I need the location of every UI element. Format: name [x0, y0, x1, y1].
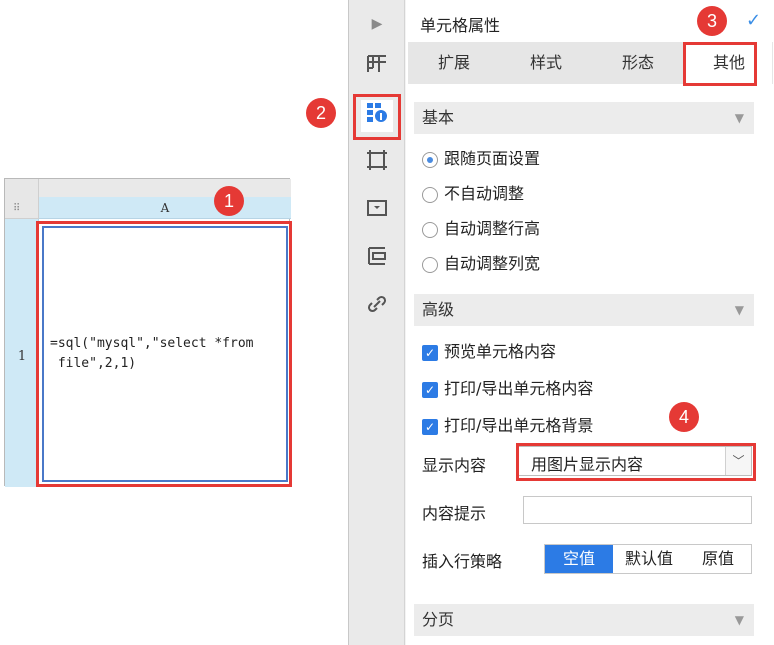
chevron-down-icon: ▼ — [734, 111, 744, 125]
sheet-toolbar-strip — [5, 179, 291, 197]
radio-label: 自动调整行高 — [444, 219, 541, 238]
checkbox-checked-icon: ✓ — [422, 344, 438, 361]
layout-icon[interactable] — [361, 244, 393, 276]
insert-policy-label: 插入行策略 — [422, 552, 503, 571]
insert-policy-segmented[interactable]: 空值 默认值 原值 — [544, 544, 752, 574]
section-basic-header[interactable]: 基本 ▼ — [414, 102, 754, 134]
section-paging-title: 分页 — [422, 610, 455, 629]
column-header-a[interactable]: A — [39, 197, 291, 219]
radio-button-icon — [422, 151, 438, 168]
radio-button-icon — [422, 256, 438, 273]
grip-icon: ⠿ — [13, 203, 20, 214]
policy-option-default[interactable]: 默认值 — [613, 545, 685, 573]
checkbox-checked-icon: ✓ — [422, 381, 438, 398]
step-badge-1: 1 — [214, 186, 244, 216]
section-paging-header[interactable]: 分页 ▼ — [414, 604, 754, 636]
highlight-box-sidebar-icon — [353, 94, 401, 140]
select-all-corner[interactable]: ⠿ — [5, 179, 39, 219]
display-content-label: 显示内容 — [422, 456, 487, 475]
row-number: 1 — [17, 349, 27, 364]
radio-auto-row-height[interactable]: 自动调整行高 — [422, 216, 540, 242]
checkbox-label: 打印/导出单元格内容 — [444, 379, 594, 398]
radio-button-icon — [422, 186, 438, 203]
tab-form[interactable]: 形态 — [592, 42, 684, 84]
tab-extend[interactable]: 扩展 — [408, 42, 500, 84]
radio-no-auto[interactable]: 不自动调整 — [422, 181, 524, 207]
pin-check-icon[interactable]: ✓ — [746, 10, 761, 31]
section-advanced-title: 高级 — [422, 300, 455, 319]
highlight-box-display-select — [516, 443, 756, 481]
frozen-icon[interactable] — [361, 52, 393, 84]
content-tip-label: 内容提示 — [422, 504, 487, 523]
radio-follow-page[interactable]: 跟随页面设置 — [422, 146, 540, 172]
panel-title: 单元格属性 — [420, 16, 501, 35]
radio-button-icon — [422, 221, 438, 238]
radio-label: 跟随页面设置 — [444, 149, 541, 168]
collapse-arrow-icon[interactable]: ▶ — [361, 8, 393, 40]
highlight-box-other-tab — [683, 42, 757, 86]
dropdown-widget-icon[interactable] — [361, 196, 393, 228]
section-advanced-header[interactable]: 高级 ▼ — [414, 294, 754, 326]
checkbox-label: 打印/导出单元格背景 — [444, 416, 594, 435]
content-tip-input[interactable] — [523, 496, 752, 524]
highlight-box-cell — [36, 221, 292, 487]
policy-option-null[interactable]: 空值 — [545, 545, 613, 573]
radio-auto-col-width[interactable]: 自动调整列宽 — [422, 251, 540, 277]
checkbox-checked-icon: ✓ — [422, 418, 438, 435]
tab-style[interactable]: 样式 — [500, 42, 592, 84]
checkbox-preview-content[interactable]: ✓ 预览单元格内容 — [422, 339, 556, 365]
chevron-down-icon: ▼ — [734, 613, 744, 627]
checkbox-print-background[interactable]: ✓ 打印/导出单元格背景 — [422, 413, 593, 439]
chevron-down-icon: ▼ — [734, 303, 744, 317]
step-badge-2: 2 — [306, 98, 336, 128]
cell-border-icon[interactable] — [361, 148, 393, 180]
step-badge-3: 3 — [697, 6, 727, 36]
checkbox-label: 预览单元格内容 — [444, 342, 557, 361]
step-badge-4: 4 — [669, 402, 699, 432]
section-basic-title: 基本 — [422, 108, 455, 127]
hyperlink-icon[interactable] — [361, 292, 393, 324]
row-header-1[interactable]: 1 — [5, 219, 39, 487]
radio-label: 自动调整列宽 — [444, 254, 541, 273]
policy-option-original[interactable]: 原值 — [685, 545, 751, 573]
checkbox-print-content[interactable]: ✓ 打印/导出单元格内容 — [422, 376, 593, 402]
radio-label: 不自动调整 — [444, 184, 525, 203]
